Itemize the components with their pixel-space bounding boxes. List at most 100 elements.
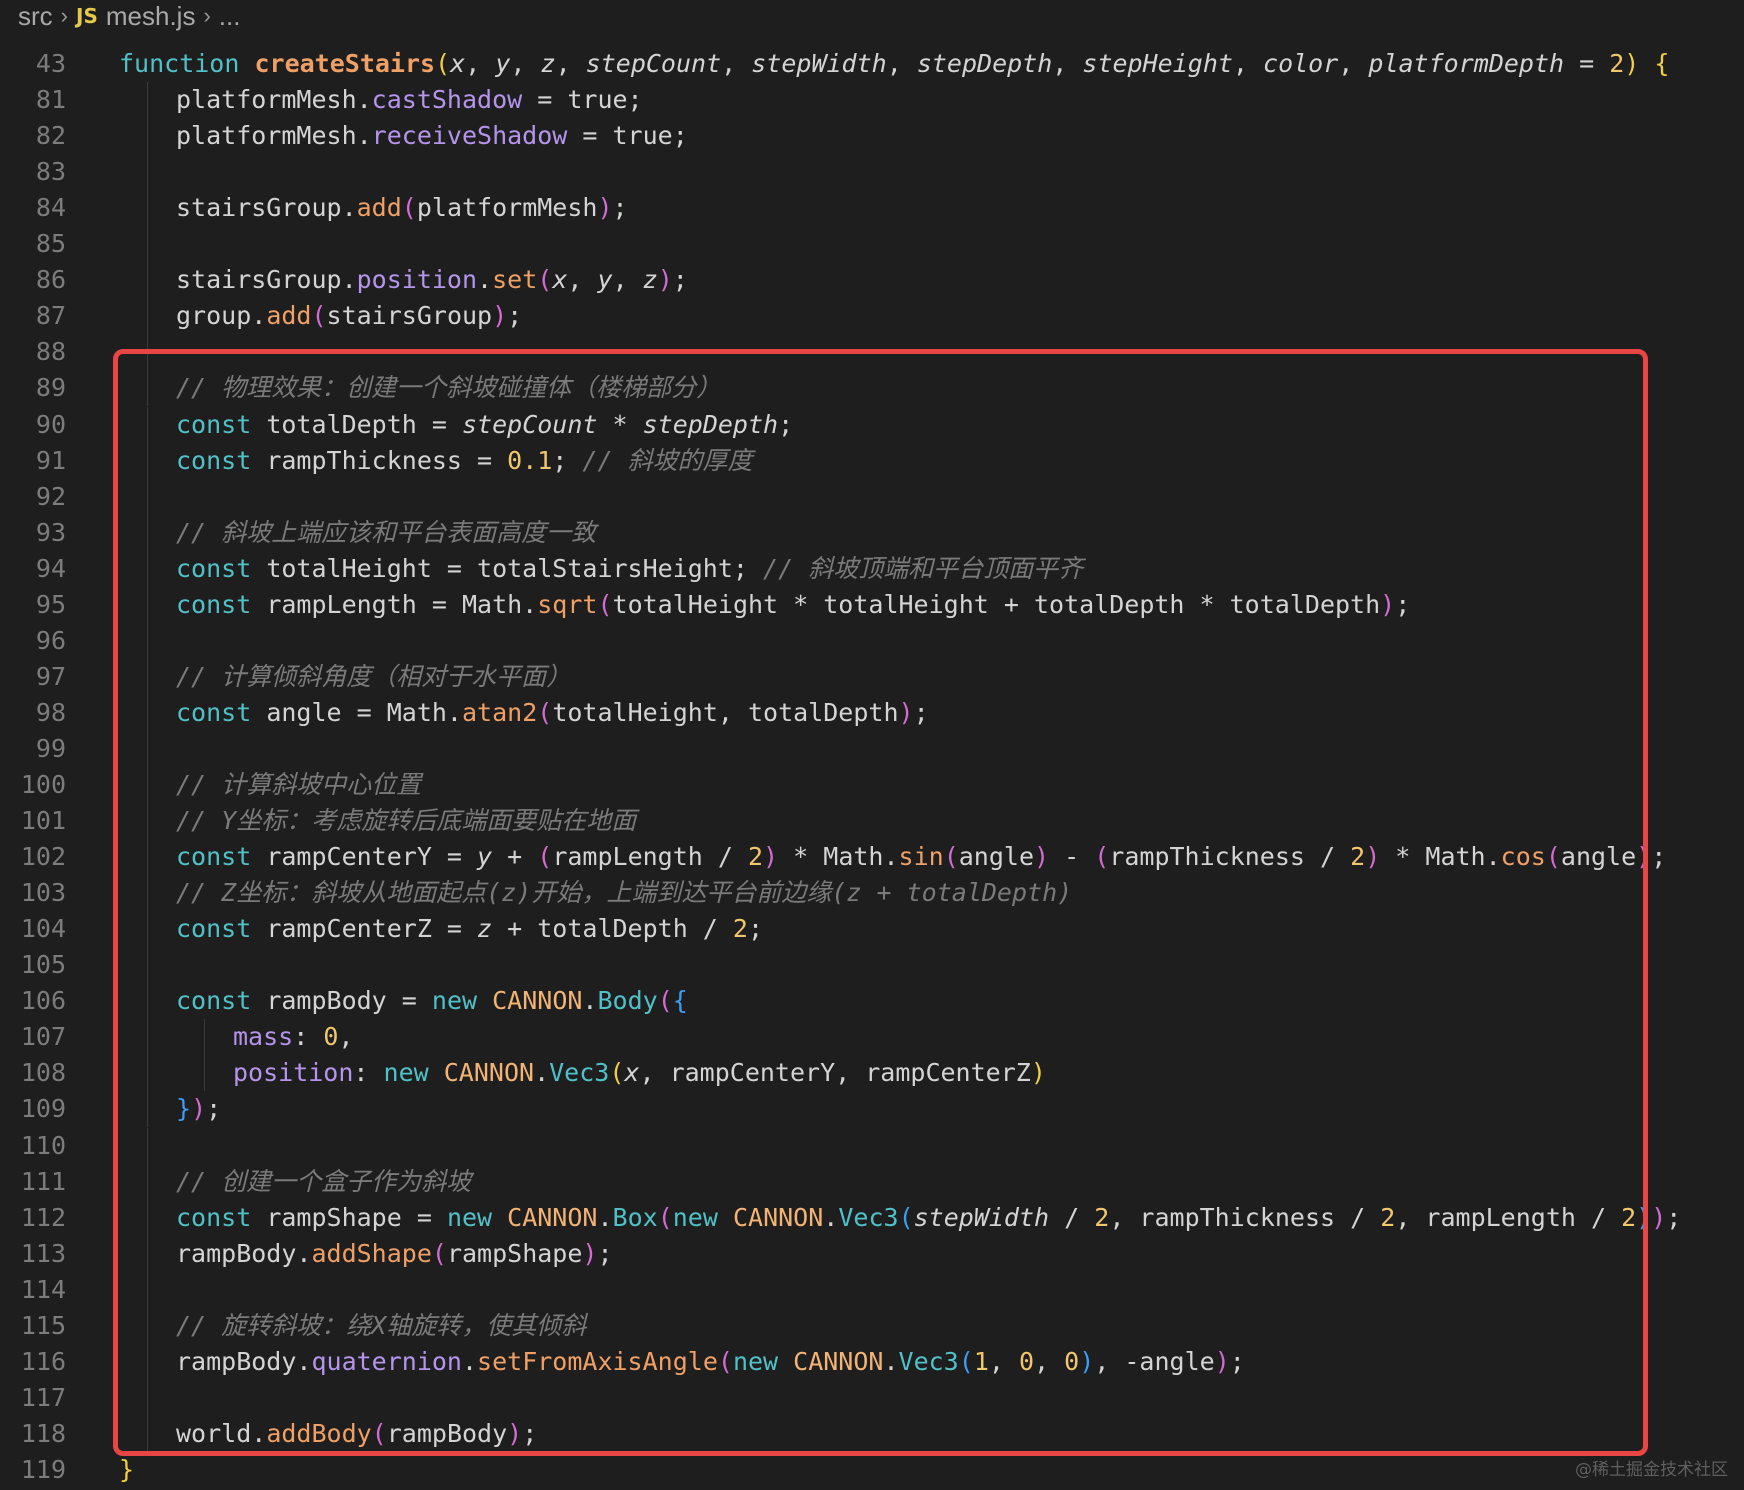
code-token: )	[1030, 1058, 1046, 1088]
code-line[interactable]: 84 stairsGroup.add(platformMesh);	[0, 190, 1744, 227]
indent-guide	[147, 190, 148, 227]
code-token: CANNON	[492, 986, 583, 1016]
code-text: const angle = Math.atan2(totalHeight, to…	[176, 695, 929, 731]
code-token: )	[1214, 1346, 1230, 1376]
code-line[interactable]: 118 world.addBody(rampBody);	[0, 1415, 1744, 1452]
line-number: 97	[35, 661, 66, 691]
code-line[interactable]: 85	[0, 226, 1744, 263]
code-line[interactable]: 102 const rampCenterY = y + (rampLength /…	[0, 839, 1744, 876]
code-line[interactable]: 106 const rampBody = new CANNON.Body({	[0, 983, 1744, 1020]
indent-guide	[147, 1199, 148, 1236]
code-token: (	[311, 301, 327, 331]
code-token: platformMesh.	[176, 85, 372, 115]
line-number: 93	[35, 517, 66, 547]
code-line[interactable]: 95 const rampLength = Math.sqrt(totalHeig…	[0, 586, 1744, 623]
code-line[interactable]: 87 group.add(stairsGroup);	[0, 298, 1744, 335]
code-line[interactable]: 91 const rampThickness = 0.1; // 斜坡的厚度	[0, 442, 1744, 479]
code-line[interactable]: 107 mass: 0,	[0, 1019, 1744, 1056]
code-line[interactable]: 90 const totalDepth = stepCount * stepDep…	[0, 406, 1744, 443]
code-token: // Z坐标：斜坡从地面起点(z)开始，上端到达平台前边缘(z + totalD…	[176, 878, 1073, 908]
code-text: rampBody.addShape(rampShape);	[176, 1236, 613, 1272]
code-token: stepCount	[585, 49, 722, 78]
breadcrumb-folder[interactable]: src	[18, 1, 53, 32]
code-token: stepHeight	[1082, 49, 1233, 78]
code-line[interactable]: 97 // 计算倾斜角度（相对于水平面）	[0, 658, 1744, 695]
line-number: 108	[20, 1058, 66, 1088]
indent-guide	[147, 1379, 148, 1416]
code-token: 0.1	[507, 445, 553, 475]
code-line[interactable]: 116 rampBody.quaternion.setFromAxisAngle(…	[0, 1343, 1744, 1380]
code-editor[interactable]: 43 function createStairs(x, y, z, stepCou…	[0, 32, 1744, 1490]
code-text: world.addBody(rampBody);	[176, 1416, 537, 1452]
code-line[interactable]: 89 // 物理效果：创建一个斜坡碰撞体（楼梯部分）	[0, 370, 1744, 407]
code-line[interactable]: 82 platformMesh.receiveShadow = true;	[0, 118, 1744, 155]
code-token: // 计算斜坡中心位置	[176, 770, 422, 799]
line-number: 82	[35, 121, 66, 151]
code-line[interactable]: 100 // 计算斜坡中心位置	[0, 767, 1744, 803]
code-line[interactable]: 112 const rampShape = new CANNON.Box(new …	[0, 1199, 1744, 1236]
code-token: 0	[1064, 1346, 1080, 1376]
code-token: (	[657, 1202, 673, 1232]
code-token: y	[597, 265, 613, 295]
code-line[interactable]: 99	[0, 730, 1744, 767]
code-line[interactable]: 103 // Z坐标：斜坡从地面起点(z)开始，上端到达平台前边缘(z + tot…	[0, 875, 1744, 912]
breadcrumb-symbol[interactable]: ...	[219, 1, 241, 32]
line-number: 116	[20, 1346, 66, 1376]
code-line[interactable]: 81 platformMesh.castShadow = true;	[0, 82, 1744, 119]
code-token: const	[176, 697, 267, 727]
code-token: )	[191, 1094, 207, 1124]
code-line[interactable]: 92	[0, 478, 1744, 515]
code-line[interactable]: 110	[0, 1127, 1744, 1164]
code-token: +	[492, 842, 538, 872]
code-line[interactable]: 111 // 创建一个盒子作为斜坡	[0, 1163, 1744, 1200]
line-number: 94	[35, 553, 66, 583]
code-line[interactable]: 115 // 旋转斜坡：绕X轴旋转，使其倾斜	[0, 1307, 1744, 1344]
code-line[interactable]: 117	[0, 1379, 1744, 1416]
code-token: ,	[465, 49, 496, 78]
code-token: color	[1263, 49, 1339, 78]
code-line[interactable]: 96	[0, 622, 1744, 659]
code-line[interactable]: 98 const angle = Math.atan2(totalHeight, …	[0, 694, 1744, 731]
code-line[interactable]: 94 const totalHeight = totalStairsHeight;…	[0, 550, 1744, 587]
code-line[interactable]: 83	[0, 154, 1744, 191]
code-line[interactable]: 119}	[0, 1452, 1744, 1488]
code-text: stairsGroup.position.set(x, y, z);	[176, 262, 688, 298]
code-token: (	[898, 1202, 914, 1232]
indent-guide	[147, 370, 148, 407]
code-line[interactable]: 86 stairsGroup.position.set(x, y, z);	[0, 262, 1744, 299]
code-token: (	[537, 842, 553, 872]
code-line[interactable]: 101 // Y坐标：考虑旋转后底端面要贴在地面	[0, 803, 1744, 840]
code-token: rampShape =	[266, 1202, 447, 1232]
code-token: )	[597, 193, 613, 223]
code-token: :	[293, 1022, 324, 1052]
code-token: const	[176, 842, 267, 872]
code-line[interactable]: 88	[0, 334, 1744, 371]
code-line[interactable]: 43 function createStairs(x, y, z, stepCou…	[0, 46, 1744, 82]
code-token: ,	[1232, 49, 1264, 78]
code-line[interactable]: 109});	[0, 1091, 1744, 1128]
breadcrumb-file[interactable]: mesh.js	[106, 1, 196, 32]
code-line[interactable]: 104 const rampCenterZ = z + totalDepth / …	[0, 911, 1744, 948]
code-token: ,	[567, 265, 598, 295]
code-token: 2	[732, 914, 748, 944]
code-line[interactable]: 108 position: new CANNON.Vec3(x, rampCent…	[0, 1055, 1744, 1092]
code-line[interactable]: 105	[0, 947, 1744, 984]
line-number: 95	[35, 589, 66, 619]
code-line[interactable]: 114	[0, 1271, 1744, 1308]
code-token: totalHeight, totalDepth	[552, 697, 899, 727]
code-text: const totalHeight = totalStairsHeight; /…	[176, 551, 1083, 587]
code-token: ,	[721, 49, 752, 78]
indent-guide	[147, 406, 148, 443]
code-token: /	[1049, 1202, 1095, 1232]
code-token: new	[431, 986, 493, 1016]
code-token: {	[672, 986, 688, 1016]
code-token: const	[176, 1202, 267, 1232]
code-line[interactable]: 113 rampBody.addShape(rampShape);	[0, 1235, 1744, 1272]
code-text: platformMesh.receiveShadow = true;	[176, 118, 688, 154]
code-token: // 计算倾斜角度（相对于水平面）	[176, 661, 572, 691]
code-token: setFromAxisAngle	[477, 1346, 718, 1376]
code-token: ;	[552, 445, 583, 475]
code-token: , rampCenterY, rampCenterZ	[639, 1058, 1031, 1088]
code-token: *	[597, 409, 643, 439]
code-line[interactable]: 93 // 斜坡上端应该和平台表面高度一致	[0, 514, 1744, 551]
